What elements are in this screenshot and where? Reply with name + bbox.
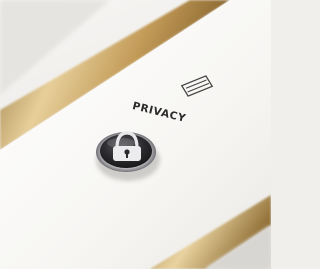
- panel-graphics: [0, 0, 271, 269]
- privacy-lock-button[interactable]: [96, 131, 156, 172]
- privacy-panel-photo: PRIVACY: [0, 0, 271, 269]
